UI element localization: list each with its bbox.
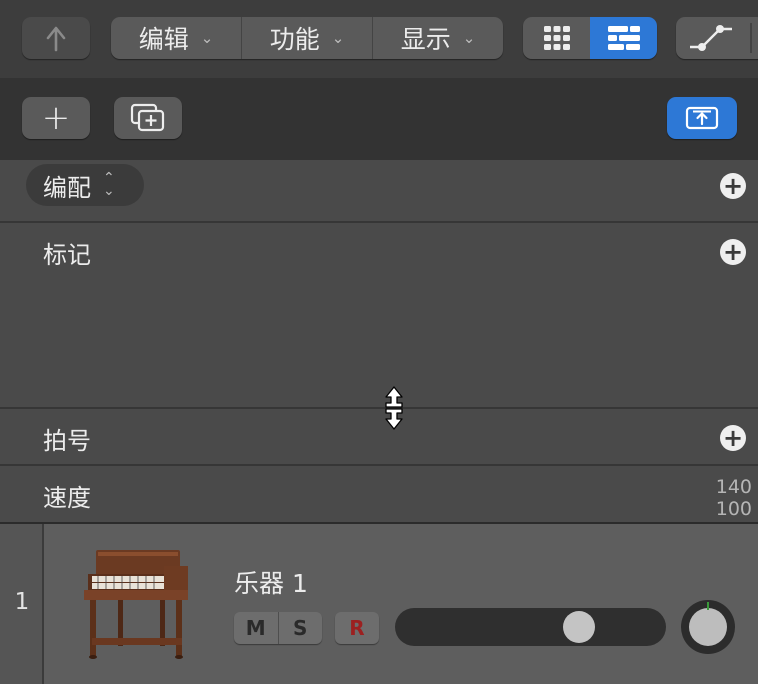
pan-knob-cap xyxy=(689,608,727,646)
main-toolbar: 编辑 ⌄ 功能 ⌄ 显示 ⌄ xyxy=(0,0,758,78)
add-track-button[interactable]: + xyxy=(22,97,90,139)
back-arrow-icon xyxy=(46,26,66,52)
mute-button[interactable]: M xyxy=(234,612,279,644)
volume-slider[interactable] xyxy=(395,608,666,646)
view-toggle xyxy=(523,17,657,59)
pan-indicator xyxy=(707,602,709,610)
tempo-max-value: 140 xyxy=(715,476,752,498)
organ-icon xyxy=(84,550,188,659)
track-name[interactable]: 乐器 1 xyxy=(234,564,308,600)
signature-label: 拍号 xyxy=(43,427,91,455)
tempo-range: 140 100 xyxy=(716,476,752,520)
chevron-down-icon: ⌄ xyxy=(462,29,476,47)
menu-group: 编辑 ⌄ 功能 ⌄ 显示 ⌄ xyxy=(111,17,503,59)
tracks-view-button[interactable] xyxy=(590,17,657,59)
mute-solo-group: M S xyxy=(234,612,322,644)
tracks-view-icon xyxy=(607,26,640,50)
arrangement-label: 编配 xyxy=(43,173,91,202)
track-number-column: 1 xyxy=(0,524,44,684)
pan-knob[interactable] xyxy=(681,600,735,654)
arrangement-lane: 编配 ⌃ ⌄ + xyxy=(0,160,758,223)
duplicate-track-icon xyxy=(130,103,165,132)
add-marker-button[interactable]: + xyxy=(720,239,746,265)
marker-lane: 标记 + xyxy=(0,223,758,409)
grid-view-button[interactable] xyxy=(523,17,590,59)
add-signature-button[interactable]: + xyxy=(720,425,746,451)
menu-view-label: 显示 xyxy=(400,25,451,54)
menu-edit[interactable]: 编辑 ⌄ xyxy=(111,17,242,59)
up-down-chevron-icon: ⌃ ⌄ xyxy=(103,170,115,199)
back-button[interactable] xyxy=(22,17,90,59)
volume-slider-handle[interactable] xyxy=(563,611,596,643)
menu-edit-label: 编辑 xyxy=(138,25,189,54)
chevron-down-icon: ⌄ xyxy=(200,29,214,47)
menu-view[interactable]: 显示 ⌄ xyxy=(373,17,503,59)
grid-view-icon xyxy=(543,26,570,50)
resize-cursor-icon xyxy=(385,386,403,430)
automation-button[interactable] xyxy=(676,17,758,59)
tempo-lane: 速度 140 100 xyxy=(0,466,758,522)
marker-label: 标记 xyxy=(43,241,91,269)
menu-functions[interactable]: 功能 ⌄ xyxy=(242,17,373,59)
tempo-label: 速度 xyxy=(43,484,91,512)
signature-lane: 拍号 + xyxy=(0,409,758,466)
upload-button[interactable] xyxy=(667,97,737,139)
upload-icon xyxy=(685,106,719,130)
add-arrangement-button[interactable]: + xyxy=(720,173,746,199)
automation-icon xyxy=(690,23,752,53)
track-number: 1 xyxy=(14,589,30,615)
tempo-min-value: 100 xyxy=(715,498,752,520)
menu-functions-label: 功能 xyxy=(269,25,320,54)
solo-button[interactable]: S xyxy=(279,612,323,644)
chevron-down-icon: ⌄ xyxy=(331,29,345,47)
secondary-toolbar: + xyxy=(0,78,758,160)
track-header[interactable]: 1 乐器 1 M S R xyxy=(0,522,758,684)
record-enable-button[interactable]: R xyxy=(335,612,379,644)
duplicate-track-button[interactable] xyxy=(114,97,182,139)
arrangement-selector[interactable]: 编配 ⌃ ⌄ xyxy=(26,164,144,206)
